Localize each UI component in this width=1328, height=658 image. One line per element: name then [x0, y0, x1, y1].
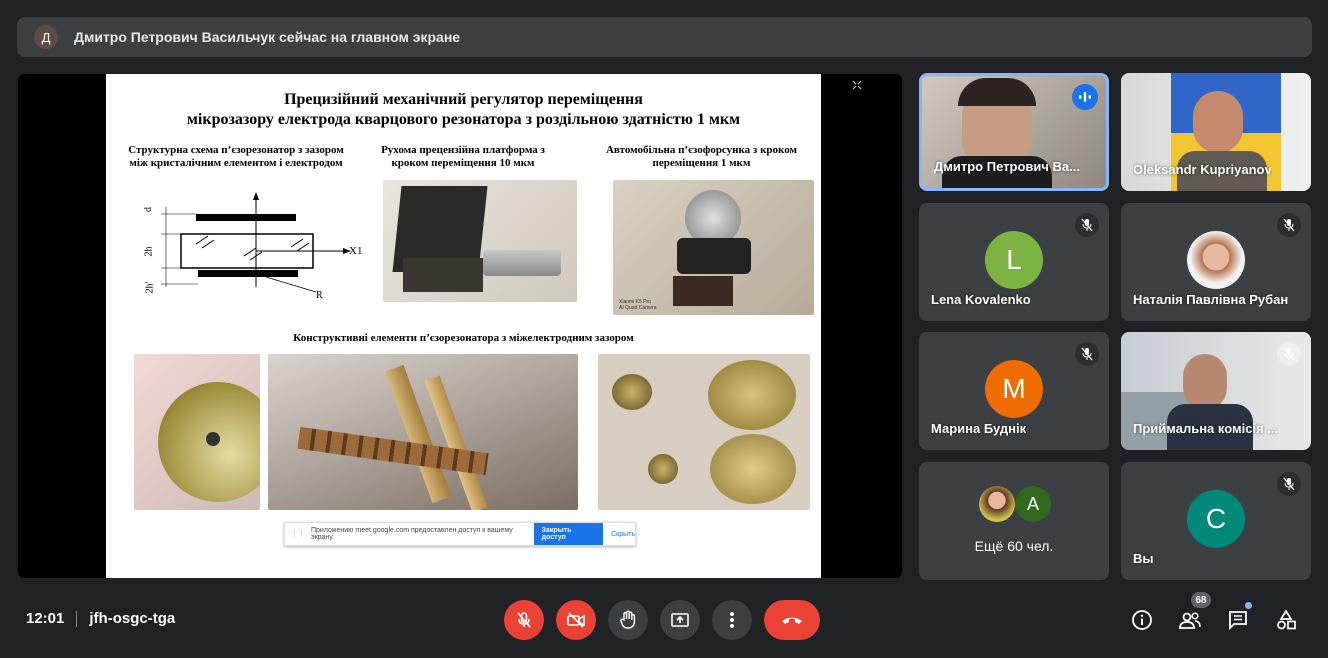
- presentation-area: Прецизійний механічний регулятор переміщ…: [18, 74, 902, 578]
- chat-icon: [1229, 611, 1247, 631]
- caption-elements: Конструктивні елементи п’єзорезонатора з…: [293, 332, 634, 344]
- more-options-button[interactable]: [712, 600, 752, 640]
- people-button[interactable]: [1176, 606, 1204, 634]
- mic-toggle-button[interactable]: [504, 600, 544, 640]
- participant-photo: [979, 486, 1015, 522]
- caption-schematic: Структурна схема п’єзорезонатор з зазоро…: [128, 144, 344, 169]
- participant-tile-dmytro[interactable]: Дмитро Петрович Ва...: [919, 73, 1109, 191]
- participant-name: Lena Kovalenko: [931, 292, 1031, 307]
- label-d: d: [143, 207, 154, 212]
- label-r: R: [316, 290, 323, 301]
- participant-tile-others[interactable]: A Ещё 60 чел.: [919, 462, 1109, 580]
- mic-off-icon: [1277, 213, 1301, 237]
- share-notification: ⋮⋮ Приложению meet.google.com предоставл…: [284, 522, 636, 546]
- more-vert-icon: [730, 612, 734, 628]
- participant-name: Марина Буднік: [931, 421, 1027, 436]
- meeting-details-button[interactable]: [1128, 606, 1156, 634]
- stop-sharing-button[interactable]: Закрыть доступ: [533, 523, 604, 545]
- more-participants-label: Ещё 60 чел.: [974, 538, 1054, 554]
- leave-call-button[interactable]: [764, 600, 820, 640]
- presenter-avatar: Д: [34, 25, 58, 49]
- hangup-icon: [782, 617, 802, 624]
- mic-off-icon: [1277, 472, 1301, 496]
- participant-name: Oleksandr Kupriyanov: [1133, 162, 1272, 177]
- people-icon: [1179, 612, 1201, 629]
- photo-tubes: [268, 354, 578, 510]
- camera-toggle-button[interactable]: [556, 600, 596, 640]
- clock-time: 12:01: [26, 610, 65, 627]
- participant-avatar: L: [985, 231, 1043, 289]
- photo-electrodes: [598, 354, 810, 510]
- camera-off-icon: [567, 612, 585, 628]
- drag-handle-icon[interactable]: ⋮⋮: [291, 530, 305, 538]
- mic-off-icon: [1075, 342, 1099, 366]
- fullscreen-icon[interactable]: [852, 80, 862, 93]
- participant-tile-you[interactable]: C Вы: [1121, 462, 1311, 580]
- meeting-info: 12:01 jfh-osgc-tga: [26, 610, 175, 627]
- participant-name: Дмитро Петрович Ва...: [934, 159, 1080, 174]
- participant-avatar: A: [1015, 486, 1051, 522]
- participant-name: Наталія Павлівна Рубан: [1133, 292, 1289, 307]
- participant-tile-admissions[interactable]: Приймальна комісія ...: [1121, 332, 1311, 450]
- participant-avatar: M: [985, 360, 1043, 418]
- photo-injector: Xiaomi K5 Pro AI Quad Camera: [613, 180, 814, 315]
- mic-off-icon: [1277, 342, 1301, 366]
- label-2h: 2h: [143, 246, 155, 257]
- presenting-banner: Д Дмитро Петрович Васильчук сейчас на гл…: [17, 17, 1312, 57]
- resonator-schematic: [161, 192, 351, 293]
- label-2h-prime: 2h': [144, 281, 156, 294]
- participant-avatar: C: [1187, 490, 1245, 548]
- participant-tile-natalia[interactable]: Наталія Павлівна Рубан: [1121, 203, 1311, 321]
- slide-title-line1: Прецизійний механічний регулятор переміщ…: [284, 91, 643, 108]
- participant-tile-lena[interactable]: L Lena Kovalenko: [919, 203, 1109, 321]
- participant-tile-oleksandr[interactable]: Oleksandr Kupriyanov: [1121, 73, 1311, 191]
- present-icon: [671, 613, 689, 627]
- mic-off-icon: [1075, 213, 1099, 237]
- chat-button[interactable]: [1224, 606, 1252, 634]
- participant-photo: [1187, 231, 1245, 289]
- caption-injector: Автомобільна п’єзофорсунка з кроком пере…: [605, 144, 798, 169]
- info-icon: [1132, 610, 1152, 630]
- present-screen-button[interactable]: [660, 600, 700, 640]
- photo-platform: [383, 180, 577, 302]
- slide-title: Прецизійний механічний регулятор переміщ…: [106, 90, 821, 130]
- mic-off-icon: [517, 612, 531, 628]
- participant-name: Приймальна комісія ...: [1133, 421, 1279, 436]
- hide-button[interactable]: Скрыть: [611, 531, 635, 538]
- speaking-indicator-icon: [1072, 84, 1098, 110]
- slide-title-line2: мікрозазору електрода кварцового резонат…: [187, 111, 740, 128]
- photo-credit: Xiaomi K5 Pro AI Quad Camera: [619, 299, 657, 311]
- meeting-code: jfh-osgc-tga: [89, 610, 176, 627]
- participant-name: Вы: [1133, 551, 1154, 566]
- label-x1: X1: [349, 245, 363, 257]
- caption-platform: Рухома прецензійна платформа з кроком пе…: [381, 144, 545, 169]
- chat-unread-dot: [1245, 602, 1252, 609]
- participant-tile-maryna[interactable]: M Марина Буднік: [919, 332, 1109, 450]
- share-notification-text: Приложению meet.google.com предоставлен …: [311, 527, 513, 541]
- shared-slide: Прецизійний механічний регулятор переміщ…: [106, 74, 821, 578]
- raise-hand-button[interactable]: [608, 600, 648, 640]
- shapes-icon: [1277, 609, 1296, 630]
- divider: [76, 610, 78, 627]
- people-count-badge: 68: [1191, 592, 1211, 608]
- photo-disk: [134, 354, 260, 510]
- bottom-toolbar: 12:01 jfh-osgc-tga 68: [0, 590, 1328, 650]
- hand-icon: [620, 610, 636, 629]
- presenting-text: Дмитро Петрович Васильчук сейчас на глав…: [74, 29, 461, 45]
- activities-button[interactable]: [1272, 606, 1300, 634]
